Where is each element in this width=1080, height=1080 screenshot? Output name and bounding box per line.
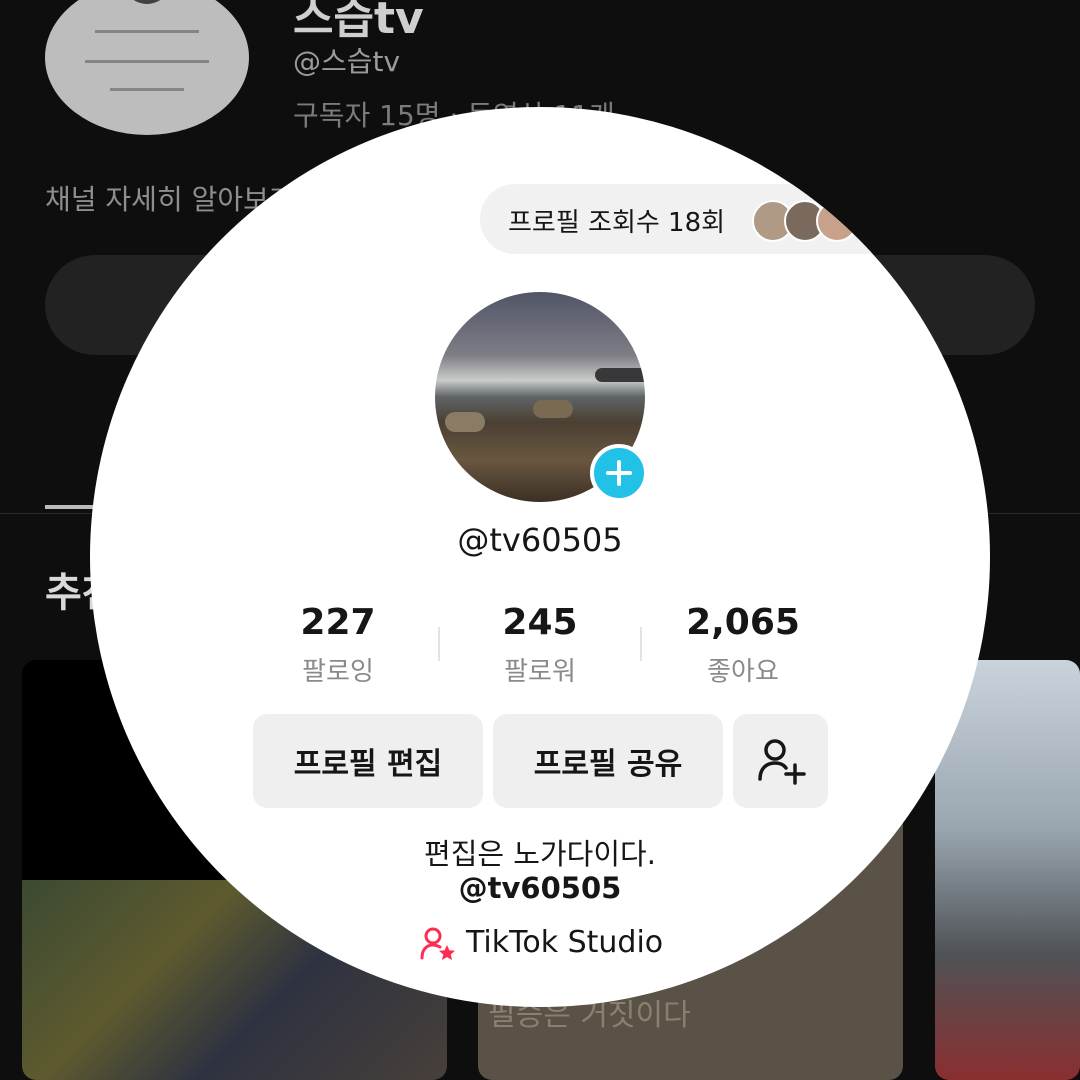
profile-views-pill[interactable]: 프로필 조회수 18회: [480, 184, 920, 254]
tab-home-indicator: [45, 505, 95, 509]
stat-likes[interactable]: 2,065 좋아요: [643, 602, 843, 688]
channel-handle: @스습tv: [293, 45, 401, 78]
tiktok-studio-link[interactable]: TikTok Studio: [420, 925, 663, 960]
add-friend-icon: [757, 739, 806, 785]
bio-handle-link[interactable]: @tv60505: [90, 871, 990, 905]
share-profile-button[interactable]: 프로필 공유: [493, 714, 723, 808]
stat-following[interactable]: 227 팔로잉: [238, 602, 438, 688]
stat-value: 227: [300, 602, 376, 643]
thumbnail-bio-line: [110, 88, 184, 91]
profile-username: @tv60505: [457, 521, 623, 559]
viewer-avatar: [816, 200, 858, 242]
tiktok-studio-label: TikTok Studio: [466, 925, 664, 960]
edit-profile-button[interactable]: 프로필 편집: [253, 714, 483, 808]
thumbnail-avatar: [123, 0, 171, 4]
stat-followers[interactable]: 245 팔로워: [440, 602, 640, 688]
profile-bio: 편집은 노가다이다.: [424, 837, 656, 871]
profile-screenshot-thumbnail: [45, 0, 249, 135]
plus-icon: [606, 460, 632, 486]
magnified-tiktok-profile: 프로필 조회수 18회 @tv60505 227 팔로잉 245 팔로워 2,0…: [90, 107, 990, 1007]
stat-value: 245: [502, 602, 578, 643]
tiktok-studio-icon: [420, 927, 455, 960]
avatar-rock: [445, 412, 485, 432]
avatar-rock: [533, 400, 573, 418]
profile-views-label: 프로필 조회수 18회: [508, 208, 726, 238]
avatar-land: [595, 368, 645, 382]
add-story-button[interactable]: [590, 444, 648, 502]
stat-label: 팔로워: [504, 657, 576, 687]
stat-value: 2,065: [686, 602, 800, 643]
add-friend-button[interactable]: [733, 714, 828, 808]
stat-label: 팔로잉: [302, 657, 374, 687]
thumbnail-buttons-line: [85, 60, 209, 63]
stat-divider: [640, 627, 642, 661]
thumbnail-stats-line: [95, 30, 199, 33]
stat-label: 좋아요: [707, 657, 779, 687]
